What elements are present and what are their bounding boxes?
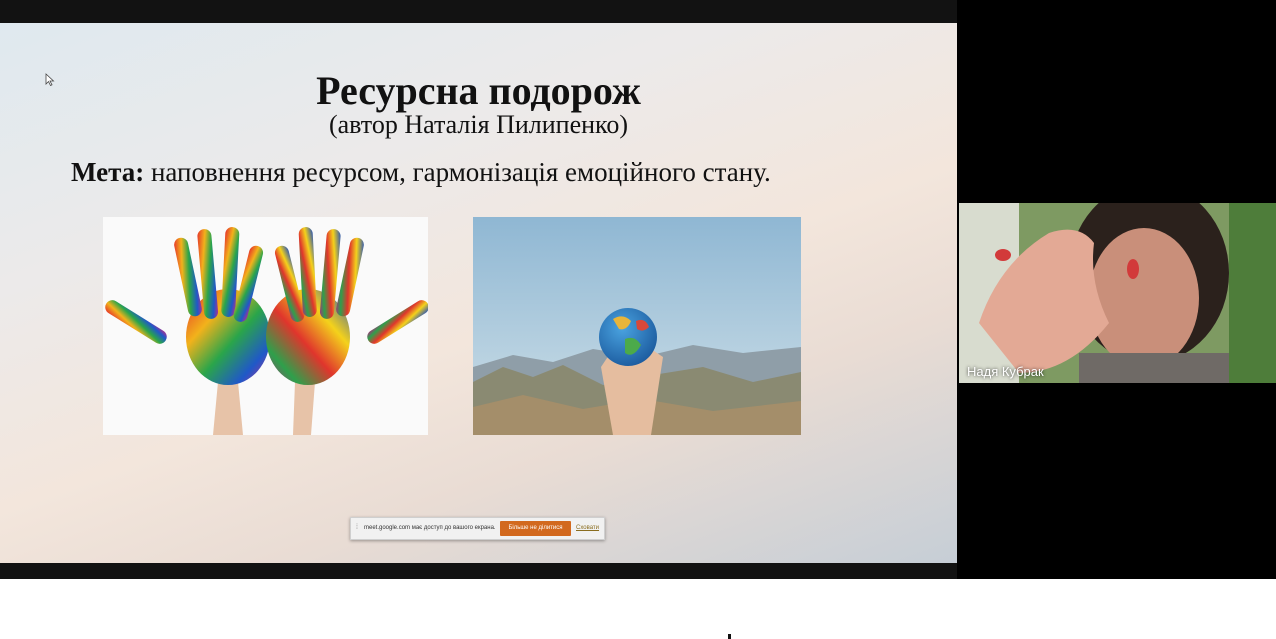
- goal-text: наповнення ресурсом, гармонізація емоцій…: [144, 157, 771, 187]
- text-caret: [728, 634, 731, 639]
- hide-bar-link[interactable]: Сховати: [576, 525, 599, 531]
- painted-hands-image: [103, 217, 428, 435]
- screen-share-area: Ресурсна подорож (автор Наталія Пилипенк…: [0, 0, 957, 579]
- share-message: meet.google.com має доступ до вашого екр…: [364, 525, 496, 531]
- slide-title: Ресурсна подорож: [316, 68, 641, 113]
- drag-handle-icon[interactable]: ⁞: [356, 524, 358, 531]
- meeting-stage: Ресурсна подорож (автор Наталія Пилипенк…: [0, 0, 1276, 579]
- slide-goal: Мета: наповнення ресурсом, гармонізація …: [71, 157, 771, 188]
- globe-in-hand-image: [473, 217, 801, 435]
- mouse-pointer-icon: [45, 73, 55, 87]
- participant-video-tile[interactable]: Надя Кубрак: [959, 203, 1276, 383]
- slide-subtitle: (автор Наталія Пилипенко): [328, 110, 628, 139]
- stop-sharing-button[interactable]: Більше не ділитися: [500, 521, 571, 536]
- screen-share-notification-bar: ⁞ meet.google.com має доступ до вашого е…: [350, 517, 605, 540]
- goal-label: Мета:: [71, 157, 145, 187]
- participant-name: Надя Кубрак: [967, 364, 1044, 379]
- participant-video: [959, 203, 1276, 383]
- presentation-slide: Ресурсна подорож (автор Наталія Пилипенк…: [0, 23, 957, 563]
